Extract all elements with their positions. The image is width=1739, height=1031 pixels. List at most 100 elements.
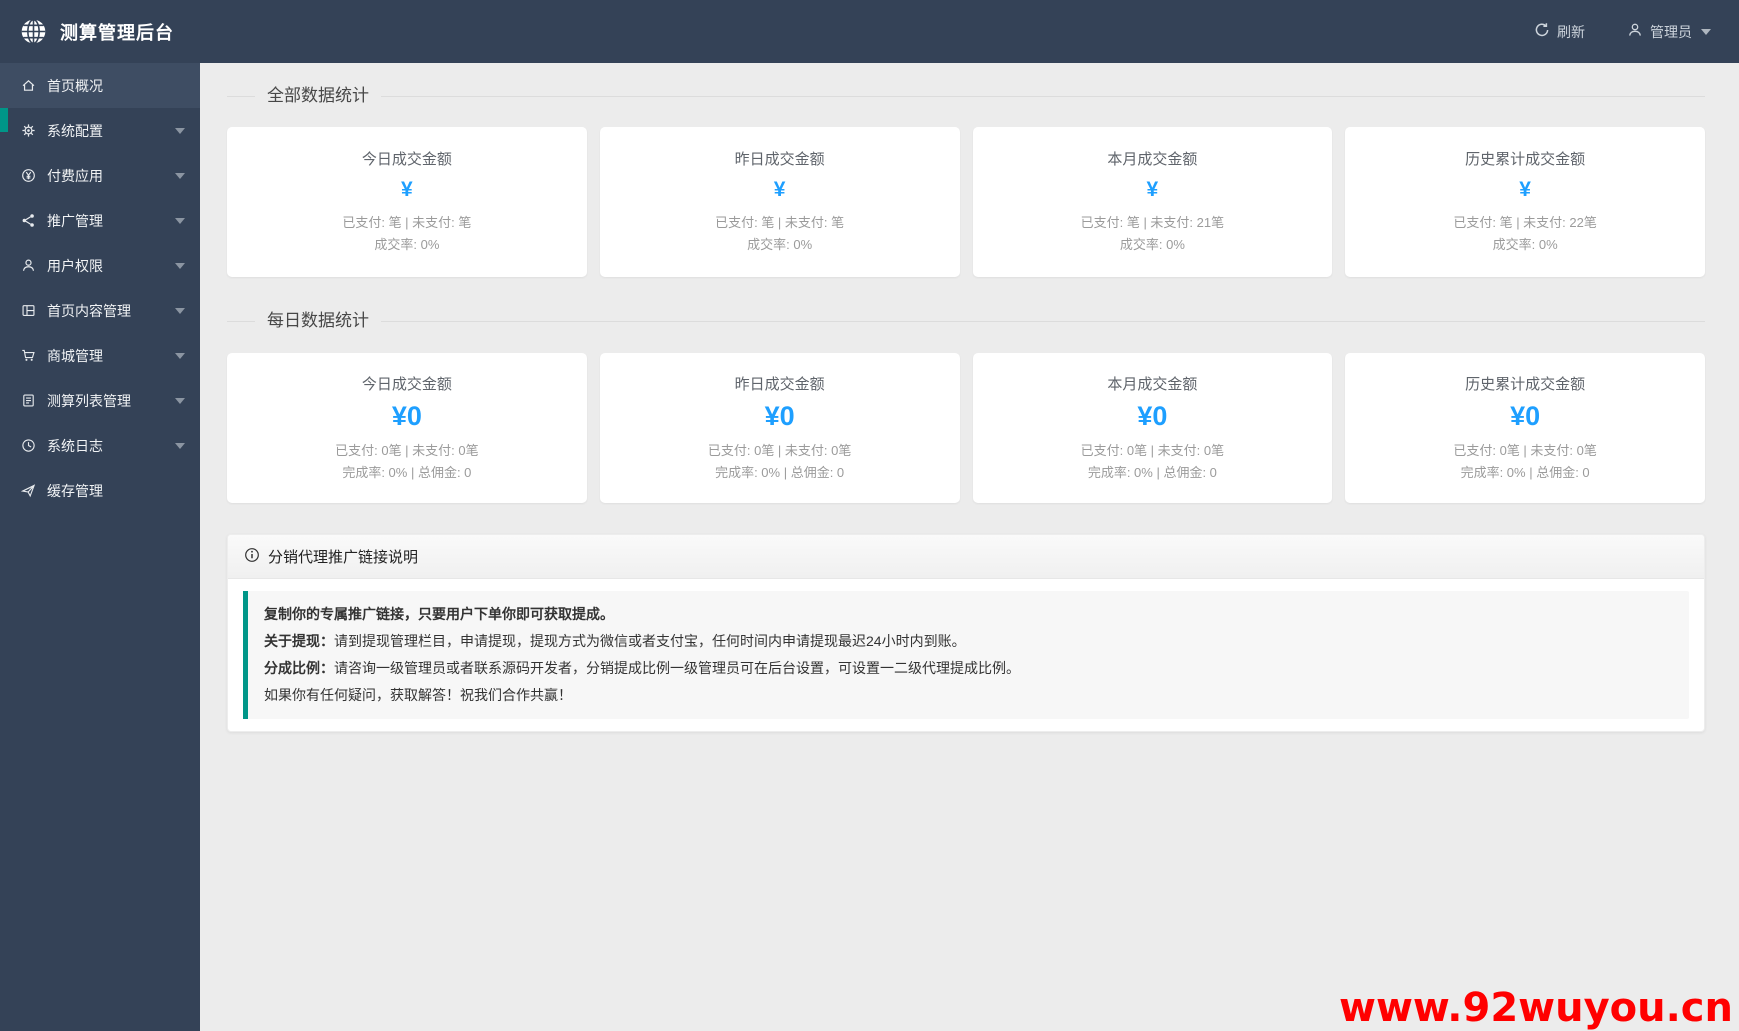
notice-body: 复制你的专属推广链接，只要用户下单你即可获取提成。 关于提现：请到提现管理栏目，… <box>228 579 1704 731</box>
stat-title: 今日成交金额 <box>362 148 452 169</box>
sidebar-item-label: 付费应用 <box>47 166 103 186</box>
sidebar-item-label: 系统日志 <box>47 436 103 456</box>
notice-line: 关于提现：请到提现管理栏目，申请提现，提现方式为微信或者支付宝，任何时间内申请提… <box>264 628 1673 655</box>
stat-title: 昨日成交金额 <box>735 148 825 169</box>
user-icon <box>21 258 37 274</box>
chevron-down-icon <box>175 398 185 404</box>
stat-detail-paid: 已支付: 0笔 | 未支付: 0笔 <box>1453 440 1597 462</box>
section-title-all-stats: 全部数据统计 <box>227 86 1705 106</box>
sidebar-item-system-config[interactable]: 系统配置 <box>0 108 200 153</box>
chevron-down-icon <box>175 128 185 134</box>
stat-amount: ¥0 <box>765 401 795 432</box>
stat-title: 昨日成交金额 <box>735 373 825 394</box>
section-title-daily-stats: 每日数据统计 <box>227 311 1705 331</box>
stat-detail-paid: 已支付: 0笔 | 未支付: 0笔 <box>335 440 479 462</box>
stat-detail-paid: 已支付: 笔 | 未支付: 笔 <box>342 212 471 234</box>
stat-amount: ¥ <box>774 178 786 202</box>
sidebar-item-mall[interactable]: 商城管理 <box>0 333 200 378</box>
info-icon <box>244 547 260 567</box>
stat-amount: ¥ <box>401 178 413 202</box>
stat-detail-rate: 完成率: 0% | 总佣金: 0 <box>1461 462 1590 484</box>
sidebar: 首页概况 系统配置 付费应用 推广管理 用户权限 首页内容管理 <box>0 63 200 1031</box>
chevron-down-icon <box>175 353 185 359</box>
all-stats-card-row: 今日成交金额 ¥ 已支付: 笔 | 未支付: 笔 成交率: 0% 昨日成交金额 … <box>227 127 1705 277</box>
sidebar-nav: 首页概况 系统配置 付费应用 推广管理 用户权限 首页内容管理 <box>0 63 200 513</box>
stat-detail-paid: 已支付: 笔 | 未支付: 笔 <box>715 212 844 234</box>
stat-detail-paid: 已支付: 笔 | 未支付: 21笔 <box>1081 212 1225 234</box>
stat-card-history-total: 历史累计成交金额 ¥ 已支付: 笔 | 未支付: 22笔 成交率: 0% <box>1345 127 1705 277</box>
stat-detail-rate: 成交率: 0% <box>747 234 812 256</box>
stat-detail-rate: 完成率: 0% | 总佣金: 0 <box>715 462 844 484</box>
sidebar-item-system-log[interactable]: 系统日志 <box>0 423 200 468</box>
brand: 测算管理后台 <box>0 18 174 45</box>
user-menu[interactable]: 管理员 <box>1627 22 1711 42</box>
sidebar-item-cache[interactable]: 缓存管理 <box>0 468 200 513</box>
stat-amount: ¥0 <box>1137 401 1167 432</box>
user-label: 管理员 <box>1650 22 1692 42</box>
stat-detail-rate: 成交率: 0% <box>374 234 439 256</box>
notice-line-bold: 复制你的专属推广链接，只要用户下单你即可获取提成。 <box>264 606 614 622</box>
refresh-button[interactable]: 刷新 <box>1534 22 1585 42</box>
notice-line: 分成比例：请咨询一级管理员或者联系源码开发者，分销提成比例一级管理员可在后台设置… <box>264 655 1673 682</box>
sidebar-item-label: 首页内容管理 <box>47 301 131 321</box>
stat-title: 本月成交金额 <box>1107 148 1197 169</box>
stat-detail-rate: 成交率: 0% <box>1493 234 1558 256</box>
globe-icon <box>20 18 47 45</box>
stat-title: 历史累计成交金额 <box>1465 373 1585 394</box>
chevron-down-icon <box>175 308 185 314</box>
top-bar: 测算管理后台 刷新 管理员 <box>0 0 1739 63</box>
sidebar-item-label: 推广管理 <box>47 211 103 231</box>
notice-title: 分销代理推广链接说明 <box>268 546 418 567</box>
notice-line-text: 请到提现管理栏目，申请提现，提现方式为微信或者支付宝，任何时间内申请提现最迟24… <box>334 633 966 649</box>
notice-line-text: 如果你有任何疑问，获取解答！祝我们合作共赢！ <box>264 687 572 703</box>
sidebar-item-label: 商城管理 <box>47 346 103 366</box>
app-title: 测算管理后台 <box>60 19 174 45</box>
notice-line-text: 请咨询一级管理员或者联系源码开发者，分销提成比例一级管理员可在后台设置，可设置一… <box>334 660 1020 676</box>
stat-card-month-total: 本月成交金额 ¥ 已支付: 笔 | 未支付: 21笔 成交率: 0% <box>973 127 1333 277</box>
user-icon <box>1627 22 1643 41</box>
stat-detail-paid: 已支付: 0笔 | 未支付: 0笔 <box>1081 440 1225 462</box>
sidebar-item-label: 用户权限 <box>47 256 103 276</box>
stat-amount: ¥ <box>1519 178 1531 202</box>
notice-header: 分销代理推广链接说明 <box>228 535 1704 579</box>
sidebar-item-label: 测算列表管理 <box>47 391 131 411</box>
sidebar-item-label: 系统配置 <box>47 121 103 141</box>
stat-card-yesterday-total: 昨日成交金额 ¥ 已支付: 笔 | 未支付: 笔 成交率: 0% <box>600 127 960 277</box>
stat-card-history-daily: 历史累计成交金额 ¥0 已支付: 0笔 | 未支付: 0笔 完成率: 0% | … <box>1345 353 1705 503</box>
share-icon <box>21 213 37 229</box>
chevron-down-icon <box>1701 29 1711 35</box>
promo-notice-panel: 分销代理推广链接说明 复制你的专属推广链接，只要用户下单你即可获取提成。 关于提… <box>227 534 1705 732</box>
stat-title: 本月成交金额 <box>1107 373 1197 394</box>
topbar-actions: 刷新 管理员 <box>1534 22 1739 42</box>
sidebar-item-home-overview[interactable]: 首页概况 <box>0 63 200 108</box>
notice-line-bold: 分成比例： <box>264 660 334 676</box>
stat-card-month-daily: 本月成交金额 ¥0 已支付: 0笔 | 未支付: 0笔 完成率: 0% | 总佣… <box>973 353 1333 503</box>
list-icon <box>21 393 37 409</box>
chevron-down-icon <box>175 173 185 179</box>
stat-amount: ¥0 <box>392 401 422 432</box>
section-title-text: 全部数据统计 <box>255 86 381 106</box>
sidebar-item-calc-list[interactable]: 测算列表管理 <box>0 378 200 423</box>
stat-detail-rate: 完成率: 0% | 总佣金: 0 <box>342 462 471 484</box>
notice-line-bold: 关于提现： <box>264 633 334 649</box>
sidebar-item-label: 首页概况 <box>47 76 103 96</box>
sidebar-item-promotion[interactable]: 推广管理 <box>0 198 200 243</box>
chevron-down-icon <box>175 263 185 269</box>
gear-icon <box>21 123 37 139</box>
sidebar-item-paid-apps[interactable]: 付费应用 <box>0 153 200 198</box>
chevron-down-icon <box>175 443 185 449</box>
stat-card-today-total: 今日成交金额 ¥ 已支付: 笔 | 未支付: 笔 成交率: 0% <box>227 127 587 277</box>
stat-card-yesterday-daily: 昨日成交金额 ¥0 已支付: 0笔 | 未支付: 0笔 完成率: 0% | 总佣… <box>600 353 960 503</box>
sidebar-item-user-permissions[interactable]: 用户权限 <box>0 243 200 288</box>
send-icon <box>21 483 37 499</box>
notice-line: 复制你的专属推广链接，只要用户下单你即可获取提成。 <box>264 601 1673 628</box>
refresh-icon <box>1534 22 1550 41</box>
cart-icon <box>21 348 37 364</box>
stat-amount: ¥0 <box>1510 401 1540 432</box>
stat-detail-rate: 完成率: 0% | 总佣金: 0 <box>1088 462 1217 484</box>
home-icon <box>21 78 37 94</box>
sidebar-item-home-content[interactable]: 首页内容管理 <box>0 288 200 333</box>
stat-detail-paid: 已支付: 笔 | 未支付: 22笔 <box>1453 212 1597 234</box>
stat-title: 今日成交金额 <box>362 373 452 394</box>
stat-amount: ¥ <box>1147 178 1159 202</box>
